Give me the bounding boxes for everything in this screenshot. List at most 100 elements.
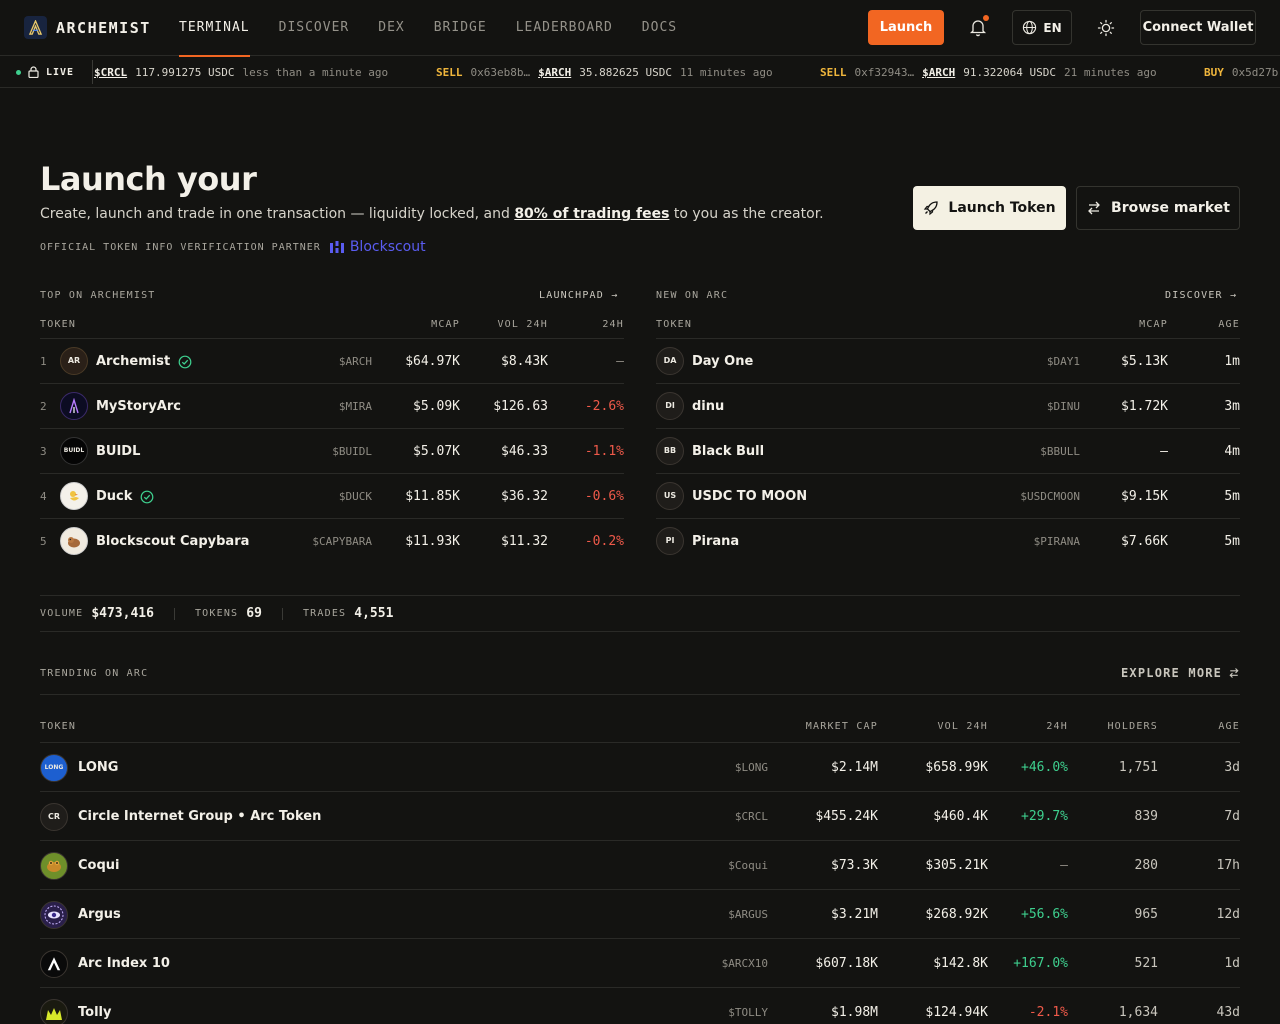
table-row[interactable]: 5 Blockscout Capybara $CAPYBARA $11.93K … — [40, 518, 624, 563]
token-symbol: $ARGUS — [728, 908, 768, 921]
blockscout-link[interactable]: Blockscout — [329, 239, 426, 255]
ticker-symbol[interactable]: $ARCH — [538, 66, 571, 79]
token-volume: $658.99K — [925, 760, 988, 775]
swap-icon — [1088, 201, 1100, 215]
nav-terminal[interactable]: TERMINAL — [179, 0, 250, 57]
brand-logo[interactable]: ARCHEMIST — [24, 16, 151, 39]
token-holders: 521 — [1134, 956, 1158, 971]
stat-tokens: TOKENS 69 — [195, 606, 282, 621]
token-name[interactable]: Argus — [78, 890, 121, 939]
ticker-symbol[interactable]: $ARCH — [922, 66, 955, 79]
token-symbol: $DAY1 — [1046, 355, 1080, 368]
token-volume: $268.92K — [925, 907, 988, 922]
table-row[interactable]: DA Day One $DAY1 $5.13K 1m — [656, 338, 1240, 383]
nav-leaderboard[interactable]: LEADERBOARD — [516, 0, 613, 56]
launch-token-button[interactable]: Launch Token — [913, 186, 1066, 230]
nav-discover[interactable]: DISCOVER — [279, 0, 350, 56]
ticker-item[interactable]: SELL 0xf32943… $ARCH 91.322064 USDC 21 m… — [820, 66, 1157, 79]
token-change: -0.6% — [584, 489, 624, 504]
token-name[interactable]: LONG — [78, 743, 118, 792]
token-mcap: — — [1160, 444, 1168, 459]
token-age: 3d — [1224, 760, 1240, 775]
token-name-cell[interactable]: Duck — [96, 474, 154, 519]
token-name[interactable]: MyStoryArc — [96, 384, 181, 429]
token-symbol: $TOLLY — [728, 1006, 768, 1019]
table-row[interactable]: Tolly $TOLLY $1.98M $124.94K -2.1% 1,634… — [40, 987, 1240, 1024]
table-row[interactable]: Coqui $Coqui $73.3K $305.21K — 280 17h — [40, 840, 1240, 889]
token-market-cap: $3.21M — [831, 907, 878, 922]
token-name[interactable]: Blockscout Capybara — [96, 519, 249, 564]
ticker-divider — [92, 60, 93, 84]
token-change: -0.2% — [584, 534, 624, 549]
token-volume: $8.43K — [501, 354, 548, 369]
trending-title: TRENDING ON ARC — [40, 668, 149, 679]
token-name[interactable]: BUIDL — [96, 429, 140, 474]
table-row[interactable]: US USDC TO MOON $USDCMOON $9.15K 5m — [656, 473, 1240, 518]
token-name[interactable]: dinu — [692, 384, 724, 429]
token-name[interactable]: Day One — [692, 339, 753, 384]
col-token: TOKEN — [656, 319, 693, 330]
table-row[interactable]: 1 AR Archemist $ARCH $64.97K $8.43K — — [40, 338, 624, 383]
ticker-symbol[interactable]: $CRCL — [94, 66, 127, 79]
token-symbol: $DUCK — [338, 490, 372, 503]
token-symbol: $Coqui — [728, 859, 768, 872]
sun-icon[interactable] — [1096, 18, 1116, 38]
notification-dot — [983, 15, 989, 21]
token-name[interactable]: Coqui — [78, 841, 120, 890]
ticker-item[interactable]: BUY 0x5d27b — [1204, 66, 1278, 79]
token-mcap: $5.07K — [413, 444, 460, 459]
token-market-cap: $607.18K — [815, 956, 878, 971]
token-name[interactable]: Circle Internet Group • Arc Token — [78, 792, 321, 841]
token-change: -2.6% — [584, 399, 624, 414]
launch-button[interactable]: Launch — [868, 10, 944, 45]
argus-avatar-icon — [40, 901, 68, 929]
ticker-item[interactable]: $CRCL 117.991275 USDC less than a minute… — [94, 66, 388, 79]
row-rank: 1 — [40, 355, 47, 368]
browse-market-label: Browse market — [1111, 200, 1230, 216]
nav-docs[interactable]: DOCS — [642, 0, 677, 56]
ticker-item[interactable]: SELL 0x63eb8b… $ARCH 35.882625 USDC 11 m… — [436, 66, 773, 79]
connect-wallet-button[interactable]: Connect Wallet — [1140, 10, 1256, 45]
token-name: Archemist — [96, 354, 171, 369]
table-row[interactable]: 3 BUIDL BUIDL $BUIDL $5.07K $46.33 -1.1% — [40, 428, 624, 473]
verification-partner: OFFICIAL TOKEN INFO VERIFICATION PARTNER… — [40, 239, 426, 255]
mystoryarc-avatar-icon — [60, 392, 88, 420]
token-age: 7d — [1224, 809, 1240, 824]
token-mcap: $7.66K — [1121, 534, 1168, 549]
table-row[interactable]: 4 Duck $DUCK $11.85K $36.32 -0.6% — [40, 473, 624, 518]
duck-avatar-icon — [60, 482, 88, 510]
token-volume: $36.32 — [501, 489, 548, 504]
token-holders: 280 — [1134, 858, 1158, 873]
language-selector[interactable]: EN — [1012, 10, 1072, 45]
nav-dex[interactable]: DEX — [378, 0, 404, 56]
nav-bridge[interactable]: BRIDGE — [434, 0, 487, 56]
token-name[interactable]: Black Bull — [692, 429, 764, 474]
lock-icon — [28, 66, 39, 78]
top-tokens-title: TOP ON ARCHEMIST — [40, 290, 156, 301]
token-symbol: $BUIDL — [332, 445, 372, 458]
table-row[interactable]: 2 MyStoryArc $MIRA $5.09K $126.63 -2.6% — [40, 383, 624, 428]
token-name[interactable]: Tolly — [78, 988, 111, 1024]
launchpad-link[interactable]: LAUNCHPAD → — [539, 290, 618, 301]
table-row[interactable]: LONG LONG $LONG $2.14M $658.99K +46.0% 1… — [40, 742, 1240, 791]
hero-desc-highlight[interactable]: 80% of trading fees — [514, 206, 669, 222]
explore-more-link[interactable]: EXPLORE MORE — [1121, 666, 1240, 680]
table-row[interactable]: Argus $ARGUS $3.21M $268.92K +56.6% 965 … — [40, 889, 1240, 938]
token-volume: $124.94K — [925, 1005, 988, 1020]
token-name[interactable]: USDC TO MOON — [692, 474, 807, 519]
token-name-cell[interactable]: Archemist — [96, 339, 192, 384]
token-symbol: $CAPYBARA — [312, 535, 372, 548]
browse-market-button[interactable]: Browse market — [1076, 186, 1240, 230]
token-mcap: $64.97K — [405, 354, 460, 369]
nav-links: TERMINAL DISCOVER DEX BRIDGE LEADERBOARD… — [179, 0, 677, 57]
table-row[interactable]: PI Pirana $PIRANA $7.66K 5m — [656, 518, 1240, 563]
col-vol: VOL 24H — [497, 319, 548, 330]
token-age: 43d — [1216, 1005, 1240, 1020]
token-name[interactable]: Pirana — [692, 519, 739, 564]
token-name[interactable]: Arc Index 10 — [78, 939, 170, 988]
table-row[interactable]: BB Black Bull $BBULL — 4m — [656, 428, 1240, 473]
table-row[interactable]: Arc Index 10 $ARCX10 $607.18K $142.8K +1… — [40, 938, 1240, 987]
discover-link[interactable]: DISCOVER → — [1165, 290, 1237, 301]
table-row[interactable]: DI dinu $DINU $1.72K 3m — [656, 383, 1240, 428]
table-row[interactable]: CR Circle Internet Group • Arc Token $CR… — [40, 791, 1240, 840]
